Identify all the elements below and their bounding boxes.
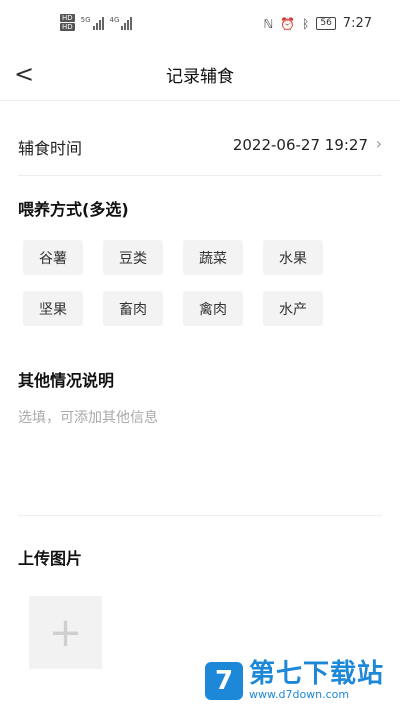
option-chip[interactable]: 水产 — [263, 291, 323, 326]
status-bar: HD HD 5G 4G ℕ ⏰ ᛒ 56 7:27 — [0, 0, 400, 50]
option-chip[interactable]: 禽肉 — [183, 291, 243, 326]
hd-icon: HD — [60, 14, 75, 22]
option-chip[interactable]: 谷薯 — [23, 240, 83, 275]
watermark-url: www.d7down.com — [249, 688, 350, 701]
hd-icon: HD — [60, 23, 75, 31]
nav-bar: < 记录辅食 — [0, 50, 400, 101]
battery-icon: 56 — [316, 17, 336, 30]
watermark-text: 第七下载站 www.d7down.com — [249, 660, 384, 701]
status-bar-left: HD HD 5G 4G — [60, 14, 133, 31]
bluetooth-icon: ᛒ — [302, 16, 310, 31]
watermark: 7 第七下载站 www.d7down.com — [205, 660, 384, 701]
hd-icons: HD HD — [60, 14, 75, 31]
feeding-method-options: 谷薯 豆类 蔬菜 水果 坚果 畜肉 禽肉 水产 — [23, 240, 363, 326]
watermark-name: 第七下载站 — [249, 659, 385, 689]
signal-icon: 4G — [110, 16, 133, 30]
signal-icon: 5G — [81, 16, 104, 30]
upload-image-label: 上传图片 — [18, 549, 83, 568]
option-chip[interactable]: 坚果 — [23, 291, 83, 326]
chevron-right-icon: › — [375, 134, 382, 153]
option-chip[interactable]: 畜肉 — [103, 291, 163, 326]
option-chip[interactable]: 水果 — [263, 240, 323, 275]
network-type-label: 4G — [109, 15, 120, 24]
option-chip[interactable]: 豆类 — [103, 240, 163, 275]
add-image-button[interactable]: + — [29, 596, 102, 669]
watermark-logo: 7 — [205, 661, 243, 700]
feeding-time-label: 辅食时间 — [18, 139, 83, 158]
plus-icon: + — [48, 609, 83, 656]
other-notes-input[interactable]: 选填，可添加其他信息 — [18, 407, 158, 427]
option-chip[interactable]: 蔬菜 — [183, 240, 243, 275]
network-type-label: 5G — [80, 15, 91, 24]
feeding-time-row[interactable]: 辅食时间 2022-06-27 19:27 › — [18, 120, 382, 176]
feeding-method-label: 喂养方式(多选) — [18, 200, 129, 219]
status-bar-right: ℕ ⏰ ᛒ 56 7:27 — [264, 16, 372, 31]
alarm-icon: ⏰ — [280, 16, 296, 31]
clock: 7:27 — [342, 16, 372, 31]
other-notes-label: 其他情况说明 — [18, 371, 115, 390]
feeding-time-value[interactable]: 2022-06-27 19:27 — [233, 136, 368, 154]
divider — [18, 515, 382, 516]
nfc-icon: ℕ — [263, 16, 274, 31]
page-title: 记录辅食 — [166, 67, 234, 87]
